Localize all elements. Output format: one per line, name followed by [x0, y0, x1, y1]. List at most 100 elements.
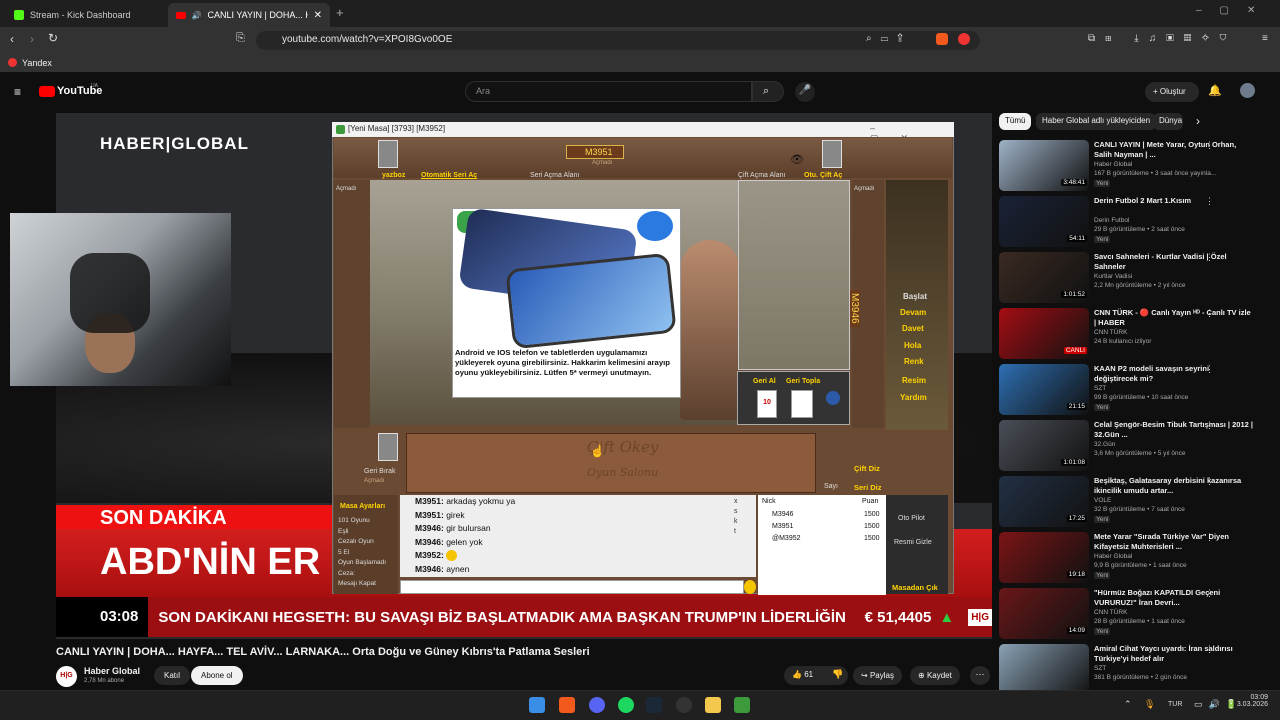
forward-icon[interactable]: › — [30, 32, 34, 46]
obs-icon[interactable] — [676, 697, 692, 713]
channel-name[interactable]: Haber Global — [84, 666, 140, 676]
bookmark-yandex[interactable]: Yandex — [22, 58, 52, 68]
chat-input[interactable] — [400, 580, 744, 594]
take-back-button[interactable]: Geri Al — [753, 378, 776, 385]
related-video-card[interactable]: Beşiktaş, Galatasaray derbisini kazanırs… — [999, 476, 1269, 530]
steam-icon[interactable] — [646, 697, 662, 713]
chat-s-button[interactable]: s — [734, 507, 742, 517]
hide-image-button[interactable]: Resmi Gizle — [894, 539, 932, 546]
video-card-channel[interactable]: Kurtlar Vadisi — [1094, 273, 1132, 280]
notifications-icon[interactable]: 🔔 — [1208, 84, 1222, 97]
video-card-channel[interactable]: 32.Gün — [1094, 441, 1115, 448]
more-options-icon[interactable]: ⋮ — [1205, 364, 1214, 375]
related-video-card[interactable]: CNN TÜRK - 🔴 Canlı Yayın ᴴᴰ - Canlı TV i… — [999, 308, 1269, 362]
video-card-channel[interactable]: CNN TÜRK — [1094, 329, 1127, 336]
menu-icon[interactable]: ≡ — [1262, 33, 1268, 44]
chat-log[interactable]: M3951: arkadaş yokmu ya M3951: girek M39… — [400, 495, 756, 577]
menu-image[interactable]: Resim — [902, 376, 926, 394]
related-video-card[interactable]: "Hürmüz Boğazı KAPATILDI Geçeni VURURUZ!… — [999, 588, 1269, 642]
video-card-title[interactable]: CNN TÜRK - 🔴 Canlı Yayın ᴴᴰ - Canlı TV i… — [1094, 308, 1254, 328]
join-button[interactable]: Katıl — [154, 666, 191, 685]
more-options-icon[interactable]: ⋮ — [1205, 476, 1214, 487]
related-video-card[interactable]: Savcı Sahneleri - Kurtlar Vadisi | Özel … — [999, 252, 1269, 306]
related-video-card[interactable]: Celal Şengör-Besim Tibuk Tartışması | 20… — [999, 420, 1269, 474]
browser-extension-icons[interactable]: ⧉⊞ ⤓♫▣▦✧⛉ — [1088, 33, 1237, 44]
draw-pile-tile[interactable] — [791, 390, 813, 418]
discord-icon[interactable] — [589, 697, 605, 713]
save-button[interactable]: ⊕ Kaydet — [910, 666, 960, 685]
video-card-title[interactable]: "Hürmüz Boğazı KAPATILDI Geçeni VURURUZ!… — [1094, 588, 1254, 608]
youtube-logo-icon[interactable] — [39, 86, 55, 97]
video-card-title[interactable]: Beşiktaş, Galatasaray derbisini kazanırs… — [1094, 476, 1254, 496]
dislike-icon[interactable]: 👎 — [832, 669, 843, 680]
video-card-channel[interactable]: CNN TÜRK — [1094, 609, 1127, 616]
player-row[interactable]: M3946 — [772, 511, 793, 518]
brave-rewards-icon[interactable] — [958, 33, 970, 45]
top-right-discard[interactable] — [822, 140, 842, 168]
player-row[interactable]: M3951 — [772, 523, 793, 530]
yazboz-label[interactable]: yazboz — [382, 172, 405, 179]
more-options-icon[interactable]: ⋮ — [1205, 140, 1214, 151]
chip-world[interactable]: Dünya H — [1153, 113, 1183, 130]
like-icon[interactable]: 👍 — [792, 670, 802, 679]
video-card-channel[interactable]: Derin Futbol — [1094, 217, 1129, 224]
pair-arrange-button[interactable]: Çift Diz — [854, 464, 880, 473]
tab-youtube[interactable]: 🔊 CANLI YAYIN | DOHA... HAYFA... ✕ — [168, 3, 330, 27]
mic-tray-icon[interactable]: 🎙 — [1144, 699, 1155, 710]
tab-kick[interactable]: Stream - Kick Dashboard — [6, 3, 166, 27]
related-video-card[interactable]: KAAN P2 modeli savaşın seyrini değiştire… — [999, 364, 1269, 418]
more-actions-icon[interactable]: ⋯ — [970, 666, 990, 685]
related-video-card[interactable]: Derin Futbol 2 Mart 1.Kısım Derin Futbol 2… — [999, 196, 1269, 250]
series-arrange-button[interactable]: Seri Diz — [854, 483, 882, 492]
tile-rack[interactable]: Çift Okey Oyun Salonu ☝ — [406, 433, 816, 493]
video-thumbnail[interactable] — [999, 644, 1089, 695]
video-card-title[interactable]: KAAN P2 modeli savaşın seyrini değiştire… — [1094, 364, 1254, 384]
brave-taskbar-icon[interactable] — [559, 697, 575, 713]
chat-x-button[interactable]: x — [734, 497, 742, 507]
setting-close-messages[interactable]: Mesajı Kapat — [338, 579, 396, 590]
language-indicator[interactable]: TUR — [1168, 701, 1182, 708]
more-options-icon[interactable]: ⋮ — [1205, 420, 1214, 431]
more-options-icon[interactable]: ⋮ — [1205, 644, 1214, 655]
video-card-channel[interactable]: VOLE — [1094, 497, 1111, 504]
start-icon[interactable] — [529, 697, 545, 713]
video-card-title[interactable]: Derin Futbol 2 Mart 1.Kısım — [1094, 196, 1254, 206]
chat-side-buttons[interactable]: x s k t — [734, 497, 742, 537]
clock[interactable]: 03:09 3.03.2026 — [1236, 694, 1268, 708]
video-card-title[interactable]: Savcı Sahneleri - Kurtlar Vadisi | Özel … — [1094, 252, 1254, 272]
bottom-left-discard[interactable] — [378, 433, 398, 461]
subscribe-button[interactable]: Abone ol — [191, 666, 243, 685]
brave-shield-icon[interactable] — [936, 33, 948, 45]
window-controls[interactable]: –▢✕ — [1196, 5, 1273, 16]
video-card-channel[interactable]: SZT — [1094, 665, 1106, 672]
emoji-button-icon[interactable] — [744, 580, 756, 594]
eye-icon[interactable]: 👁 — [790, 153, 804, 166]
mic-icon[interactable]: 🎤 — [795, 82, 815, 102]
video-card-title[interactable]: Amiral Cihat Yaycı uyardı: İran saldırıs… — [1094, 644, 1254, 664]
related-video-card[interactable]: Mete Yarar "Sırada Türkiye Var" Diyen Ki… — [999, 532, 1269, 586]
search-input[interactable]: Ara — [465, 81, 752, 102]
menu-color[interactable]: Renk — [904, 357, 924, 375]
close-tab-icon[interactable]: ✕ — [314, 10, 322, 21]
related-video-card[interactable]: CANLI YAYIN | Mete Yarar, Oytun Orhan, S… — [999, 140, 1269, 194]
new-tab-icon[interactable]: + — [336, 5, 344, 20]
autopilot-button[interactable]: Oto Pilot — [898, 515, 925, 522]
channel-avatar[interactable]: H|G — [56, 666, 77, 687]
menu-help[interactable]: Yardım — [900, 393, 927, 411]
chat-k-button[interactable]: k — [734, 517, 742, 527]
spotify-icon[interactable] — [618, 697, 634, 713]
take-stone-button[interactable]: Geri Topla — [786, 378, 820, 385]
chip-all[interactable]: Tümü — [999, 113, 1032, 130]
more-options-icon[interactable]: ⋮ — [1205, 196, 1214, 207]
left-back-button[interactable]: Geri Bırak — [364, 468, 396, 475]
auto-pair-button[interactable]: Otu. Çift Aç — [804, 172, 842, 179]
address-actions[interactable]: ⌕▭⇪ — [866, 33, 912, 44]
create-button[interactable]: + Oluştur — [1145, 82, 1199, 102]
share-button[interactable]: ↪ Paylaş — [853, 666, 902, 685]
video-card-title[interactable]: CANLI YAYIN | Mete Yarar, Oytun Orhan, S… — [1094, 140, 1254, 160]
okey-game-icon[interactable] — [734, 697, 750, 713]
chat-t-button[interactable]: t — [734, 527, 742, 537]
video-card-channel[interactable]: Haber Global — [1094, 161, 1132, 168]
folder-icon[interactable] — [705, 697, 721, 713]
video-card-title[interactable]: Mete Yarar "Sırada Türkiye Var" Diyen Ki… — [1094, 532, 1254, 552]
